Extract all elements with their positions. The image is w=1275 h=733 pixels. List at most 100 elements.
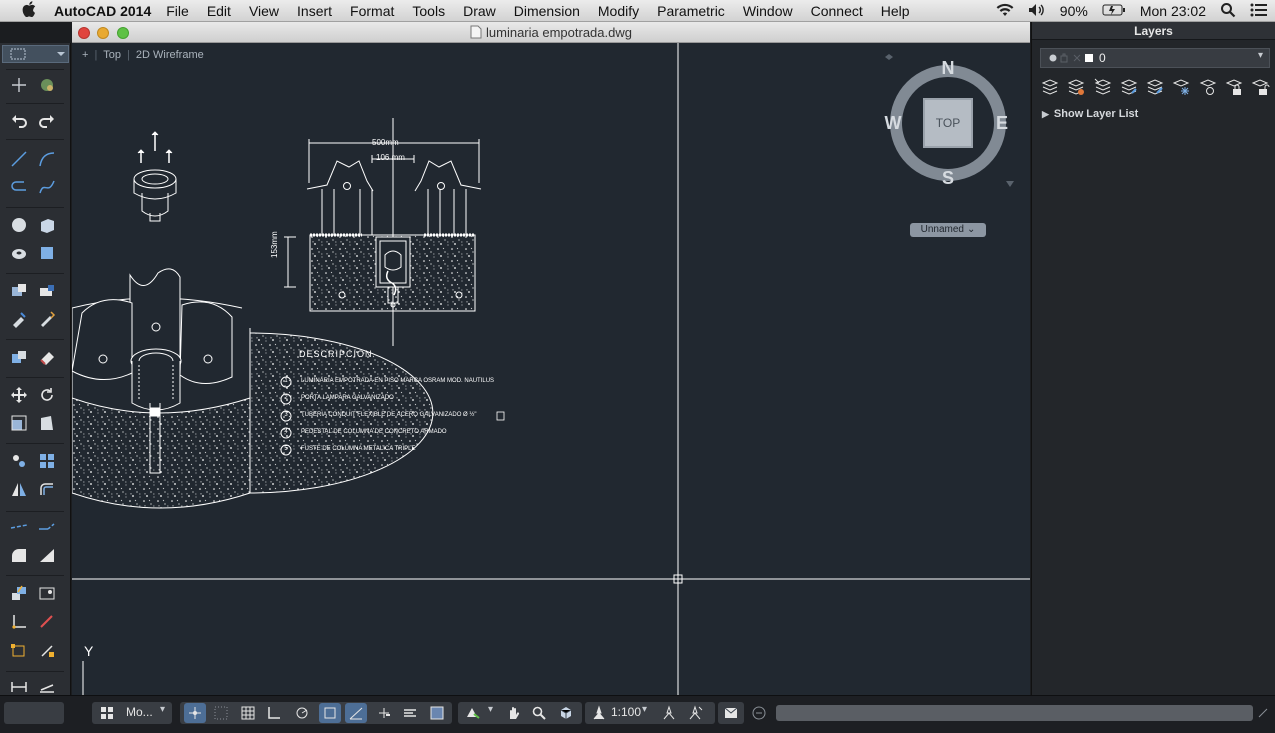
layer-previous-icon[interactable] bbox=[1119, 77, 1139, 97]
pen-icon[interactable] bbox=[36, 611, 58, 631]
menu-window[interactable]: Window bbox=[734, 3, 802, 19]
battery-icon[interactable] bbox=[1095, 3, 1133, 19]
menu-help[interactable]: Help bbox=[872, 3, 919, 19]
make-current-icon[interactable] bbox=[1066, 77, 1086, 97]
annotation-scale-value[interactable]: 1:100 bbox=[611, 705, 641, 719]
auto-scale-icon[interactable] bbox=[684, 703, 706, 723]
model-canvas[interactable]: + | Top | 2D Wireframe 500mm 106 mm 153m… bbox=[72, 43, 1030, 695]
pan-icon[interactable] bbox=[502, 703, 524, 723]
chamfer-icon[interactable] bbox=[36, 545, 58, 565]
linear-dimension-icon[interactable] bbox=[8, 677, 30, 697]
compass-east[interactable]: E bbox=[992, 113, 1012, 134]
chevron-down-icon[interactable]: ▾ bbox=[160, 704, 165, 715]
menu-connect[interactable]: Connect bbox=[802, 3, 872, 19]
globe-icon[interactable] bbox=[36, 75, 58, 95]
array-icon[interactable] bbox=[36, 451, 58, 471]
presspull-icon[interactable] bbox=[36, 281, 58, 301]
compass-south[interactable]: S bbox=[938, 168, 958, 189]
compass-north[interactable]: N bbox=[938, 58, 958, 79]
menu-modify[interactable]: Modify bbox=[589, 3, 648, 19]
ucs-icon[interactable] bbox=[8, 611, 30, 631]
trim-icon[interactable] bbox=[8, 517, 30, 537]
layout-grid-icon[interactable] bbox=[96, 703, 118, 723]
redo-icon[interactable] bbox=[36, 111, 58, 131]
compass-west[interactable]: W bbox=[882, 113, 904, 134]
notification-center-icon[interactable] bbox=[1243, 3, 1275, 20]
command-line-toggle-icon[interactable] bbox=[748, 703, 770, 723]
communication-center-icon[interactable] bbox=[720, 703, 742, 723]
move-icon[interactable] bbox=[8, 385, 30, 405]
layer-dropdown[interactable]: 0 ▾ bbox=[1040, 48, 1270, 68]
app-name[interactable]: AutoCAD 2014 bbox=[54, 3, 151, 19]
menu-tools[interactable]: Tools bbox=[403, 3, 454, 19]
grip-edit-icon[interactable] bbox=[36, 641, 58, 661]
ortho-mode-icon[interactable] bbox=[263, 703, 285, 723]
viewcube[interactable]: TOP N S E W bbox=[882, 53, 1022, 203]
menu-insert[interactable]: Insert bbox=[288, 3, 341, 19]
snap-mode-icon[interactable] bbox=[210, 703, 232, 723]
menu-edit[interactable]: Edit bbox=[198, 3, 240, 19]
lineweight-icon[interactable] bbox=[426, 703, 448, 723]
polar-tracking-icon[interactable] bbox=[291, 703, 313, 723]
copy-icon[interactable] bbox=[8, 451, 30, 471]
scale-icon[interactable] bbox=[8, 413, 30, 433]
selection-mode-dropdown[interactable] bbox=[2, 45, 69, 63]
chevron-down-icon[interactable]: ▾ bbox=[488, 704, 493, 715]
menu-format[interactable]: Format bbox=[341, 3, 403, 19]
fillet-icon[interactable] bbox=[8, 545, 30, 565]
viewcube-top-face[interactable]: TOP bbox=[923, 98, 973, 148]
grid-display-icon[interactable] bbox=[237, 703, 259, 723]
menu-draw[interactable]: Draw bbox=[454, 3, 505, 19]
layer-match-icon[interactable] bbox=[1093, 77, 1113, 97]
aligned-dimension-icon[interactable] bbox=[36, 677, 58, 697]
layer-properties-icon[interactable] bbox=[1040, 77, 1060, 97]
image-attach-icon[interactable] bbox=[36, 583, 58, 603]
chevron-down-icon[interactable]: ▾ bbox=[642, 704, 647, 715]
mirror-icon[interactable] bbox=[8, 479, 30, 499]
orbit-icon[interactable] bbox=[555, 703, 577, 723]
match-properties-icon[interactable] bbox=[36, 309, 58, 329]
offset-icon[interactable] bbox=[36, 479, 58, 499]
dimension-icon[interactable] bbox=[8, 641, 30, 661]
menu-view[interactable]: View bbox=[240, 3, 288, 19]
layer-unlock-icon[interactable] bbox=[1250, 77, 1270, 97]
spline-icon[interactable] bbox=[36, 177, 58, 197]
spotlight-icon[interactable] bbox=[1213, 2, 1243, 21]
menu-file[interactable]: File bbox=[157, 3, 198, 19]
layer-freeze-icon[interactable] bbox=[1171, 77, 1191, 97]
annotation-monitor-icon[interactable] bbox=[462, 703, 484, 723]
object-snap-icon[interactable] bbox=[319, 703, 341, 723]
menu-parametric[interactable]: Parametric bbox=[648, 3, 734, 19]
point-icon[interactable] bbox=[8, 75, 30, 95]
annotation-visibility-icon[interactable] bbox=[658, 703, 680, 723]
torus-icon[interactable] bbox=[8, 243, 30, 263]
ucs-menu[interactable]: Unnamed ⌄ bbox=[910, 223, 986, 237]
layer-isolate-icon[interactable] bbox=[1145, 77, 1165, 97]
layer-off-icon[interactable] bbox=[1198, 77, 1218, 97]
dynamic-ucs-icon[interactable] bbox=[373, 703, 395, 723]
menu-dimension[interactable]: Dimension bbox=[505, 3, 589, 19]
paint-icon[interactable] bbox=[8, 309, 30, 329]
polyline-icon[interactable] bbox=[8, 177, 30, 197]
eraser-icon[interactable] bbox=[36, 347, 58, 367]
stretch-icon[interactable] bbox=[36, 413, 58, 433]
show-layer-list-toggle[interactable]: ▶ Show Layer List bbox=[1042, 108, 1138, 120]
sphere-icon[interactable] bbox=[8, 215, 30, 235]
command-line-resize-icon[interactable] bbox=[1255, 703, 1271, 723]
model-tab[interactable]: Mo... bbox=[126, 705, 153, 719]
extrude-icon[interactable] bbox=[8, 281, 30, 301]
wifi-icon[interactable] bbox=[989, 3, 1021, 20]
cube-icon[interactable] bbox=[36, 243, 58, 263]
object-snap-tracking-icon[interactable] bbox=[345, 703, 367, 723]
extend-icon[interactable] bbox=[36, 517, 58, 537]
dynamic-input-icon[interactable] bbox=[399, 703, 421, 723]
infer-constraints-icon[interactable] bbox=[184, 703, 206, 723]
solid-edit-icon[interactable] bbox=[8, 347, 30, 367]
clock[interactable]: Mon 23:02 bbox=[1133, 3, 1213, 19]
line-icon[interactable] bbox=[8, 149, 30, 169]
undo-icon[interactable] bbox=[8, 111, 30, 131]
rotate-icon[interactable] bbox=[36, 385, 58, 405]
command-line-input[interactable] bbox=[776, 705, 1253, 721]
box-icon[interactable] bbox=[36, 215, 58, 235]
apple-menu-icon[interactable] bbox=[18, 0, 40, 21]
